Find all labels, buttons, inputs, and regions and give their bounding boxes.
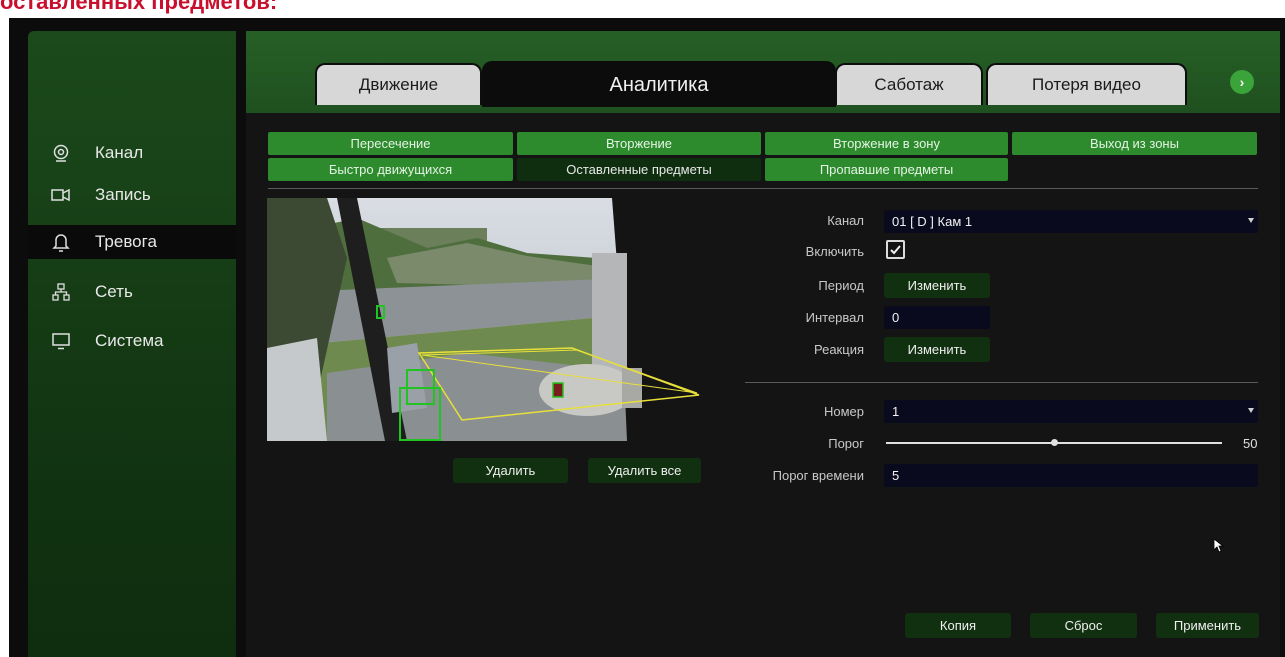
tab-strip: Движение Аналитика Саботаж Потеря видео …: [246, 31, 1280, 113]
sidebar-item-alarm[interactable]: Тревога: [28, 225, 236, 259]
delete-all-button[interactable]: Удалить все: [588, 458, 701, 483]
tab-video-loss[interactable]: Потеря видео: [986, 63, 1187, 105]
period-label: Период: [818, 278, 864, 293]
apply-button[interactable]: Применить: [1156, 613, 1259, 638]
chevron-right-icon[interactable]: ›: [1230, 70, 1254, 94]
channel-select[interactable]: 01 [ D ] Кам 1: [884, 210, 1258, 233]
monitor-icon: [51, 331, 71, 351]
network-icon: [51, 282, 71, 302]
mouse-cursor-icon: [1213, 538, 1225, 558]
enable-checkbox[interactable]: [886, 240, 905, 259]
subtab-zone-entry[interactable]: Вторжение в зону: [765, 132, 1008, 155]
sidebar-item-label: Канал: [95, 143, 144, 162]
document-heading: оставленных предметов:: [0, 0, 278, 14]
sidebar-item-label: Система: [95, 331, 164, 350]
reaction-label: Реакция: [814, 342, 864, 357]
dropdown-arrow-icon: [1248, 408, 1254, 413]
number-label: Номер: [823, 404, 864, 419]
reset-button[interactable]: Сброс: [1030, 613, 1137, 638]
camera-icon: [51, 143, 71, 163]
sidebar-item-channel[interactable]: Канал: [28, 136, 236, 170]
threshold-value: 50: [1243, 436, 1258, 451]
sidebar-item-label: Тревога: [95, 232, 157, 251]
sidebar-item-system[interactable]: Система: [28, 324, 236, 358]
settings-divider: [745, 382, 1258, 383]
checkmark-icon: [890, 245, 901, 255]
subtab-intrusion[interactable]: Вторжение: [517, 132, 761, 155]
channel-value: 01 [ D ] Кам 1: [892, 214, 973, 229]
threshold-label: Порог: [828, 436, 864, 451]
subtab-abandoned-objects[interactable]: Оставленные предметы: [517, 158, 761, 181]
sidebar: Канал Запись Тревога Сеть Система: [28, 31, 236, 657]
enable-label: Включить: [805, 244, 864, 259]
bell-icon: [51, 232, 71, 252]
number-select[interactable]: 1: [884, 400, 1258, 423]
tab-analytics[interactable]: Аналитика: [482, 61, 836, 107]
camera-preview[interactable]: [267, 198, 701, 441]
time-threshold-input[interactable]: 5: [884, 464, 1258, 487]
delete-button[interactable]: Удалить: [453, 458, 568, 483]
sidebar-item-record[interactable]: Запись: [28, 178, 236, 212]
subtab-missing-objects[interactable]: Пропавшие предметы: [765, 158, 1008, 181]
copy-button[interactable]: Копия: [905, 613, 1011, 638]
subtab-crossing[interactable]: Пересечение: [268, 132, 513, 155]
reaction-edit-button[interactable]: Изменить: [884, 337, 990, 362]
time-threshold-label: Порог времени: [772, 468, 864, 483]
subtab-zone-exit[interactable]: Выход из зоны: [1012, 132, 1257, 155]
channel-label: Канал: [827, 213, 864, 228]
interval-input[interactable]: 0: [884, 306, 990, 329]
period-edit-button[interactable]: Изменить: [884, 273, 990, 298]
sidebar-item-network[interactable]: Сеть: [28, 275, 236, 309]
recorder-icon: [51, 185, 71, 205]
threshold-slider-knob[interactable]: [1050, 439, 1058, 446]
divider: [268, 188, 1258, 189]
tab-motion[interactable]: Движение: [315, 63, 482, 105]
sidebar-item-label: Сеть: [95, 282, 133, 301]
sidebar-item-label: Запись: [95, 185, 151, 204]
number-value: 1: [892, 404, 900, 419]
dropdown-arrow-icon: [1248, 218, 1254, 223]
tab-sabotage[interactable]: Саботаж: [835, 63, 983, 105]
subtab-fast-moving[interactable]: Быстро движущихся: [268, 158, 513, 181]
interval-label: Интервал: [805, 310, 864, 325]
